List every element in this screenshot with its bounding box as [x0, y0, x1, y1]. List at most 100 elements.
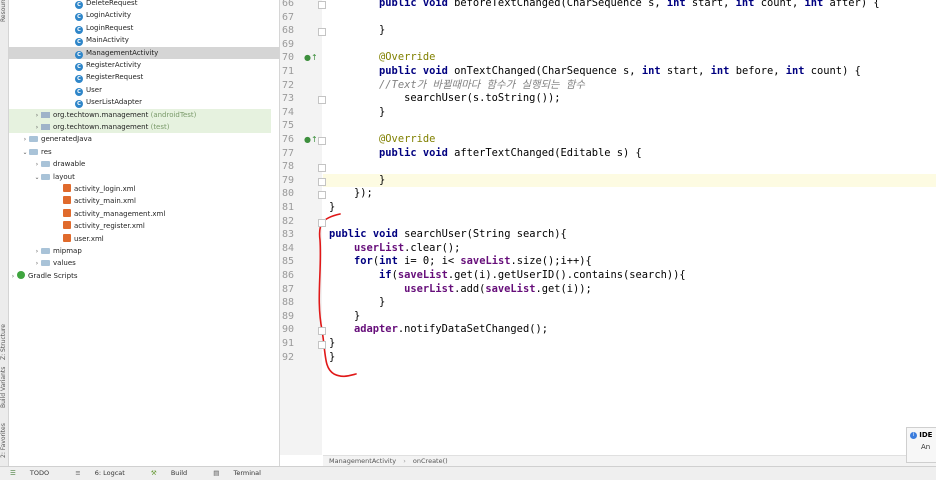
- tree-item[interactable]: C LoginActivity: [9, 9, 279, 22]
- notification-body: An: [921, 443, 931, 451]
- breadcrumb-separator: ›: [403, 457, 406, 465]
- expand-arrow-icon[interactable]: ⌄: [21, 147, 29, 159]
- tree-item[interactable]: ⌄ res: [9, 146, 271, 158]
- line-number: 80: [282, 188, 295, 200]
- tool-window-logcat[interactable]: ≡ 6: Logcat: [75, 469, 139, 477]
- fold-marker-icon[interactable]: [318, 96, 326, 105]
- code-line[interactable]: @Override: [329, 133, 435, 147]
- tree-item[interactable]: C User: [9, 84, 279, 96]
- fold-marker-icon[interactable]: [318, 28, 326, 37]
- expand-arrow-icon[interactable]: ›: [33, 159, 41, 171]
- tree-item[interactable]: › generatedJava: [9, 133, 271, 145]
- code-line[interactable]: }: [329, 24, 385, 38]
- fold-marker-icon[interactable]: [318, 191, 326, 200]
- fold-marker-icon[interactable]: [318, 327, 326, 336]
- folder-icon: [41, 173, 50, 180]
- expand-arrow-icon[interactable]: ⌄: [33, 172, 41, 184]
- code-line[interactable]: }: [329, 106, 385, 120]
- xml-icon: [63, 184, 71, 192]
- code-line[interactable]: @Override: [329, 51, 435, 65]
- ide-notification[interactable]: i IDE An: [906, 427, 936, 463]
- project-tree-panel: C DeleteRequest C LoginActivity C LoginReques…: [9, 0, 280, 466]
- tree-item-label: UserListAdapter: [86, 98, 142, 107]
- xml-icon: [63, 196, 71, 205]
- expand-arrow-icon[interactable]: ›: [33, 246, 41, 258]
- expand-arrow-icon[interactable]: ›: [33, 122, 41, 134]
- code-line[interactable]: public void afterTextChanged(Editable s)…: [329, 147, 642, 161]
- tool-window-todo[interactable]: ☰ TODO: [10, 469, 63, 477]
- tree-item[interactable]: C MainActivity: [9, 34, 279, 47]
- tool-window-build[interactable]: ⚒ Build: [151, 469, 201, 477]
- code-line[interactable]: });: [329, 187, 373, 201]
- expand-arrow-icon[interactable]: ›: [33, 110, 41, 122]
- class-icon: C: [75, 100, 83, 109]
- xml-icon: [63, 233, 71, 242]
- pkg-icon: [41, 111, 50, 118]
- xml-icon: [63, 208, 71, 217]
- tree-item-label: RegisterRequest: [86, 73, 144, 82]
- code-line[interactable]: searchUser(s.toString());: [329, 92, 560, 106]
- fold-marker-icon[interactable]: [318, 341, 326, 349]
- fold-marker-icon[interactable]: [318, 1, 326, 9]
- left-tool-strip: Resource Manager Z: Structure Build Vari…: [0, 0, 9, 466]
- override-marker-icon[interactable]: ●↑: [304, 135, 318, 145]
- tool-window-terminal[interactable]: ▤ Terminal: [213, 469, 273, 477]
- tree-item-label: activity_management.xml: [74, 209, 166, 218]
- tool-tab-favorites[interactable]: 2: Favorites: [0, 412, 8, 458]
- logcat-icon: ≡: [75, 469, 81, 477]
- tree-item[interactable]: › values: [9, 257, 271, 269]
- fold-marker-icon[interactable]: [318, 164, 326, 173]
- tree-item[interactable]: ⌄ layout: [9, 171, 271, 183]
- line-number: 77: [282, 147, 295, 159]
- tree-item[interactable]: activity_main.xml: [9, 195, 279, 207]
- tool-tab-resource-manager[interactable]: Resource Manager: [0, 0, 8, 22]
- breadcrumb-item-class[interactable]: ManagementActivity: [329, 457, 396, 465]
- expand-arrow-icon[interactable]: ›: [21, 134, 29, 146]
- tree-item[interactable]: C RegisterRequest: [9, 71, 279, 84]
- tree-item-label: mipmap: [53, 247, 82, 255]
- code-line[interactable]: }: [323, 173, 936, 188]
- fold-marker-icon[interactable]: [318, 177, 326, 186]
- expand-arrow-icon[interactable]: ›: [33, 258, 41, 270]
- tree-item-label: org.techtown.management: [53, 123, 149, 131]
- tree-item[interactable]: activity_register.xml: [9, 220, 279, 232]
- tree-item[interactable]: › org.techtown.management (test): [9, 121, 271, 133]
- fold-marker-icon[interactable]: [318, 218, 326, 227]
- line-number: 75: [282, 120, 295, 132]
- tree-item-label: User: [86, 85, 102, 94]
- tool-tab-build-variants[interactable]: Build Variants: [0, 362, 8, 408]
- expand-arrow-icon[interactable]: ›: [9, 271, 17, 283]
- line-number: 79: [282, 174, 295, 186]
- breadcrumb-item-method[interactable]: onCreate(): [413, 457, 448, 465]
- tree-item[interactable]: › drawable: [9, 158, 271, 170]
- override-marker-icon[interactable]: ●↑: [304, 53, 318, 63]
- tree-item[interactable]: › mipmap: [9, 245, 271, 257]
- line-number: 68: [282, 25, 295, 37]
- tree-item[interactable]: C ManagementActivity: [9, 46, 279, 59]
- notification-title: IDE: [919, 431, 933, 439]
- tree-item[interactable]: C UserListAdapter: [9, 96, 279, 109]
- tool-tab-structure[interactable]: Z: Structure: [0, 320, 8, 360]
- fold-marker-icon[interactable]: [318, 137, 326, 145]
- tree-item[interactable]: C LoginRequest: [9, 22, 279, 34]
- line-number: 70: [282, 52, 295, 64]
- code-editor[interactable]: public void beforeTextChanged(CharSequen…: [323, 0, 936, 455]
- code-line[interactable]: public void onTextChanged(CharSequence s…: [329, 65, 861, 79]
- tree-item[interactable]: C RegisterActivity: [9, 59, 279, 71]
- gradle-icon: [17, 270, 25, 279]
- code-line[interactable]: if(saveList.get(i).getUserID().contains(…: [329, 269, 686, 283]
- code-line[interactable]: //Text가 바뀔때마다 함수가 실행되는 함수: [329, 79, 585, 93]
- tree-item[interactable]: › Gradle Scripts: [9, 270, 271, 282]
- tree-item[interactable]: user.xml: [9, 233, 279, 245]
- build-label: Build: [170, 469, 188, 477]
- tree-item[interactable]: › org.techtown.management (androidTest): [9, 108, 271, 122]
- tree-item-label: LoginActivity: [86, 11, 132, 20]
- tree-item[interactable]: activity_login.xml: [9, 183, 279, 195]
- code-line[interactable]: public void beforeTextChanged(CharSequen…: [329, 0, 880, 11]
- tree-item[interactable]: activity_management.xml: [9, 208, 279, 220]
- tree-item-label: user.xml: [74, 234, 104, 243]
- class-icon: C: [75, 75, 83, 84]
- tree-item-label: Gradle Scripts: [28, 271, 78, 280]
- tree-item[interactable]: C DeleteRequest: [9, 0, 279, 9]
- line-number: 71: [282, 66, 295, 77]
